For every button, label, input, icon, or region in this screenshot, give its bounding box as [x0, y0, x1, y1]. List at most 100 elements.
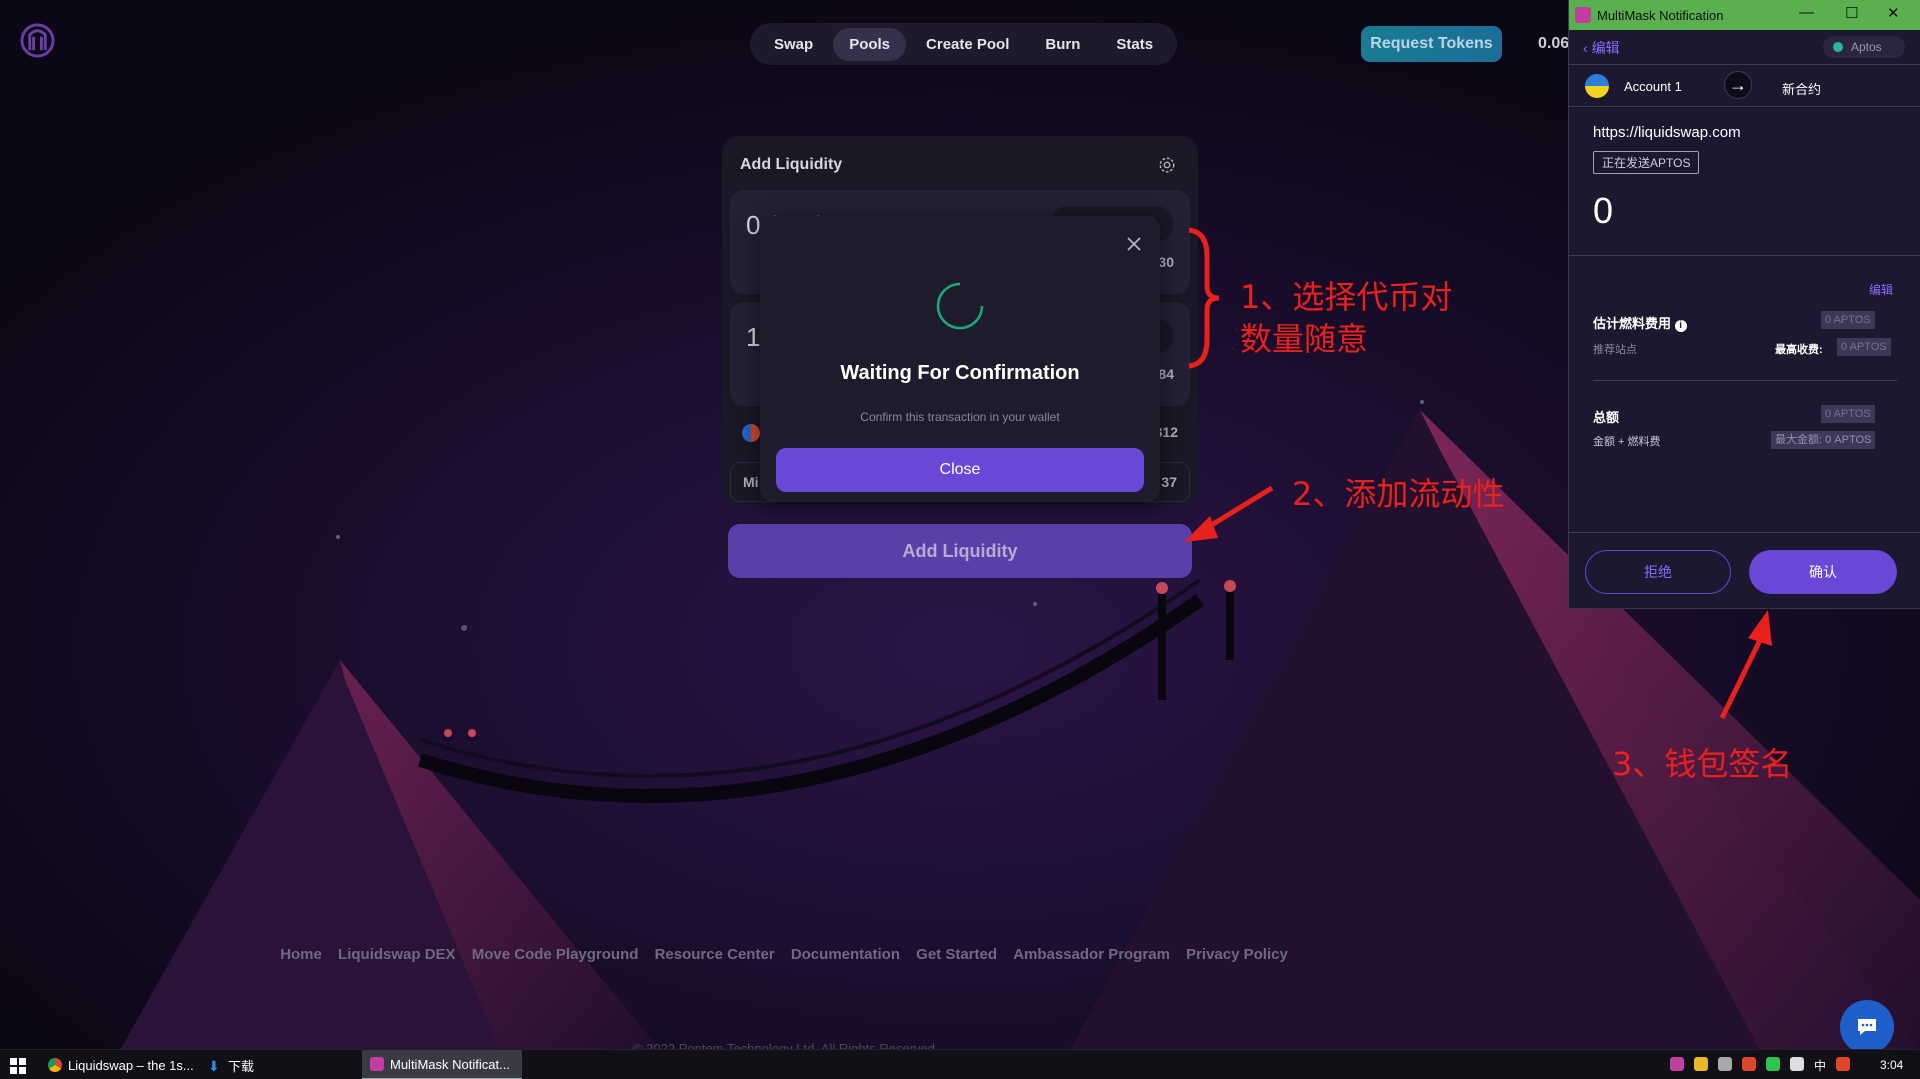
gas-label: 估计燃料费用 i: [1593, 313, 1687, 332]
arrow-right-icon: →: [1724, 71, 1752, 99]
chrome-icon: [48, 1058, 62, 1072]
total-sub: 金额 + 燃料费: [1593, 436, 1661, 448]
wechat-icon[interactable]: [1766, 1057, 1780, 1071]
close-icon[interactable]: ✕: [1887, 4, 1900, 22]
max-amount-label: 最大金额:: [1775, 434, 1823, 446]
task-download[interactable]: ⬇ 下载: [200, 1050, 294, 1079]
close-icon[interactable]: [1126, 236, 1142, 252]
divider: [1569, 255, 1920, 256]
task-multimask[interactable]: MultiMask Notificat...: [362, 1050, 522, 1079]
window-title: MultiMask Notification: [1597, 8, 1724, 23]
total-label: 总额: [1593, 410, 1620, 425]
ime-indicator[interactable]: 中: [1814, 1057, 1826, 1074]
annotation-arrow-3: [1719, 610, 1772, 720]
token-amount-2[interactable]: 1: [746, 322, 760, 353]
total-value: 0 APTOS: [1821, 405, 1875, 423]
multimask-icon: [1575, 7, 1591, 23]
edit-fee-link[interactable]: 编辑: [1869, 281, 1893, 298]
nav-stats[interactable]: Stats: [1100, 28, 1169, 61]
network-label: Aptos: [1851, 40, 1882, 54]
minimize-icon[interactable]: —: [1799, 4, 1814, 21]
footer-link-home[interactable]: Home: [280, 946, 322, 963]
settings-icon[interactable]: [1158, 156, 1176, 174]
nav-create-pool[interactable]: Create Pool: [910, 28, 1025, 61]
gas-label-text: 估计燃料费用: [1593, 316, 1672, 331]
windows-start-icon[interactable]: [10, 1058, 26, 1074]
max-amount-value: 0 APTOS: [1825, 434, 1872, 446]
volume-icon[interactable]: [1718, 1057, 1732, 1071]
card-title: Add Liquidity: [740, 156, 843, 173]
nav-pools[interactable]: Pools: [833, 27, 907, 61]
footer-links: Home Liquidswap DEX Move Code Playground…: [0, 946, 1568, 963]
sending-tag: 正在发送APTOS: [1593, 151, 1700, 174]
annotation-brace: [1188, 227, 1220, 369]
window-titlebar[interactable]: MultiMask Notification — ☐ ✕: [1569, 0, 1920, 30]
back-link[interactable]: ‹ 编辑: [1583, 38, 1620, 58]
clock[interactable]: 3:04: [1880, 1058, 1903, 1072]
nav-swap[interactable]: Swap: [758, 28, 829, 61]
taskbar: Liquidswap – the 1s... ⬇ 下载 MultiMask No…: [0, 1049, 1920, 1079]
liquidswap-logo[interactable]: [20, 23, 55, 58]
modal-close-button[interactable]: Close: [776, 448, 1144, 492]
folder-tray-icon[interactable]: [1694, 1057, 1708, 1071]
task-download-label: 下载: [228, 1058, 255, 1074]
annotation-step1-line2: 数量随意: [1240, 320, 1369, 358]
max-fee-label: 最高收费:: [1775, 344, 1823, 356]
confirm-button[interactable]: 确认: [1749, 550, 1897, 594]
modal-title: Waiting For Confirmation: [840, 362, 1080, 384]
footer-link-dex[interactable]: Liquidswap DEX: [338, 946, 456, 963]
maximize-icon[interactable]: ☐: [1845, 4, 1858, 22]
send-amount: 0: [1593, 190, 1614, 231]
multimask-tray-icon[interactable]: [1670, 1057, 1684, 1071]
footer-link-get-started[interactable]: Get Started: [916, 946, 997, 963]
download-icon: ⬇: [208, 1058, 220, 1074]
min-received-value: 37: [1161, 474, 1177, 490]
contract-label: 新合约: [1782, 82, 1822, 97]
token-balance-1: 30: [1158, 254, 1174, 270]
annotation-step1-line1: 1、选择代币对: [1240, 278, 1453, 316]
waiting-modal: Waiting For Confirmation Confirm this tr…: [760, 216, 1160, 502]
multimask-icon: [370, 1057, 384, 1071]
wallet-balance[interactable]: 0.06: [1538, 35, 1569, 53]
footer-link-resources[interactable]: Resource Center: [655, 946, 775, 963]
request-tokens-button[interactable]: Request Tokens: [1361, 26, 1502, 62]
back-label: 编辑: [1591, 40, 1620, 56]
coin-icon: [742, 424, 760, 442]
task-multimask-label: MultiMask Notificat...: [390, 1056, 510, 1072]
account-avatar: [1585, 74, 1609, 98]
token-balance-2: 84: [1158, 366, 1174, 382]
divider: [1569, 106, 1920, 107]
network-status-icon: [1833, 42, 1843, 52]
origin-url: https://liquidswap.com: [1593, 124, 1741, 141]
gas-value: 0 APTOS: [1821, 311, 1875, 329]
divider: [1569, 64, 1920, 65]
footer-link-docs[interactable]: Documentation: [791, 946, 900, 963]
top-nav: Swap Pools Create Pool Burn Stats: [750, 23, 1178, 65]
chat-button[interactable]: [1840, 1000, 1894, 1054]
nav-burn[interactable]: Burn: [1029, 28, 1096, 61]
wallet-popup: MultiMask Notification — ☐ ✕ ‹ 编辑 Aptos …: [1568, 0, 1920, 609]
info-icon[interactable]: i: [1674, 320, 1687, 332]
reject-button[interactable]: 拒绝: [1585, 550, 1731, 594]
footer-link-playground[interactable]: Move Code Playground: [472, 946, 639, 963]
account-name: Account 1: [1624, 79, 1682, 94]
add-liquidity-button[interactable]: Add Liquidity: [728, 524, 1192, 578]
chat-icon: [1858, 1019, 1876, 1035]
divider: [1593, 380, 1897, 381]
app-tray-icon[interactable]: [1742, 1057, 1756, 1071]
spinner-icon: [936, 282, 984, 330]
network-icon[interactable]: [1790, 1057, 1804, 1071]
task-chrome[interactable]: Liquidswap – the 1s...: [40, 1050, 198, 1079]
footer-link-ambassador[interactable]: Ambassador Program: [1013, 946, 1170, 963]
annotation-arrow-2: [1184, 485, 1274, 542]
sogou-icon[interactable]: [1836, 1057, 1851, 1071]
recommended-label: 推荐站点: [1593, 344, 1637, 356]
divider: [1569, 532, 1920, 533]
network-badge[interactable]: Aptos: [1823, 36, 1905, 58]
annotation-step3: 3、钱包签名: [1612, 745, 1793, 783]
annotation-step2: 2、添加流动性: [1292, 475, 1505, 513]
chevron-left-icon: ‹: [1583, 40, 1592, 56]
footer-link-privacy[interactable]: Privacy Policy: [1186, 946, 1288, 963]
min-received-label: Mi: [743, 474, 759, 490]
modal-subtitle: Confirm this transaction in your wallet: [860, 410, 1060, 424]
